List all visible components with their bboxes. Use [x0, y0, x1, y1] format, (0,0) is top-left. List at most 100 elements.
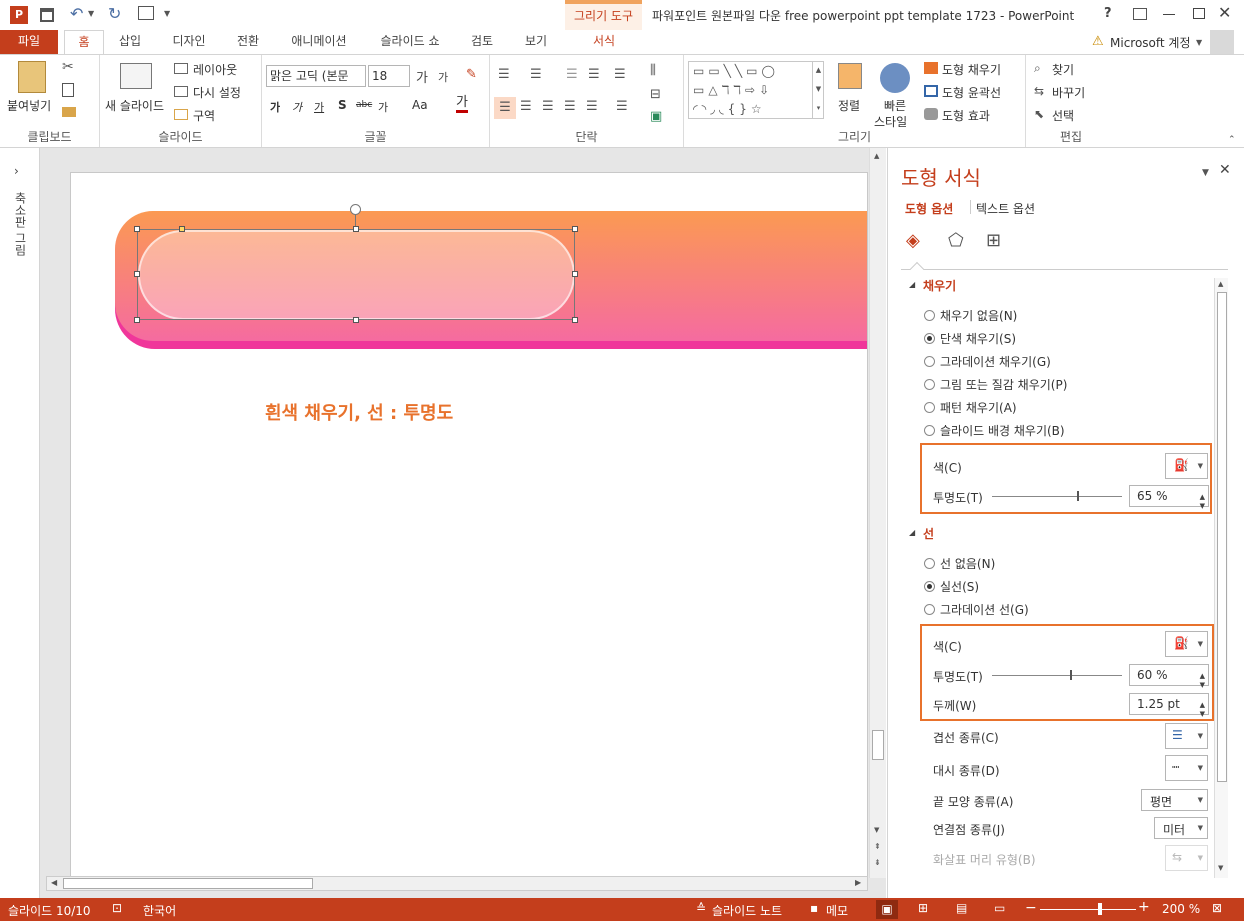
- fill-color-dropdown[interactable]: ⛽ ▼: [1165, 453, 1208, 479]
- line-width-spinner[interactable]: 1.25 pt ▲ ▼: [1129, 693, 1209, 718]
- normal-view-icon[interactable]: ▣: [876, 900, 898, 919]
- pane-close-icon[interactable]: ✕: [1219, 162, 1231, 178]
- tab-view[interactable]: 보기: [514, 30, 558, 54]
- resize-handle-e[interactable]: [572, 271, 578, 277]
- scroll-down-icon[interactable]: ▼: [874, 826, 879, 834]
- italic-icon[interactable]: 가: [292, 99, 302, 115]
- tab-insert[interactable]: 삽입: [110, 30, 150, 54]
- tab-design[interactable]: 디자인: [162, 30, 216, 54]
- h-scroll-thumb[interactable]: [63, 878, 313, 889]
- cut-icon[interactable]: ✂: [62, 59, 74, 75]
- align-text-icon[interactable]: ⊟: [650, 87, 661, 102]
- account-dropdown-icon[interactable]: ▼: [1196, 38, 1202, 47]
- section-button[interactable]: 구역: [193, 107, 215, 124]
- line-option-label[interactable]: 실선(S): [940, 578, 979, 595]
- line-spacing-icon[interactable]: ☰: [614, 67, 626, 82]
- replace-button[interactable]: 바꾸기: [1052, 84, 1085, 101]
- fill-option-label[interactable]: 단색 채우기(S): [940, 330, 1016, 347]
- fill-option-label[interactable]: 그림 또는 질감 채우기(P): [940, 376, 1067, 393]
- fill-transparency-thumb[interactable]: [1076, 491, 1079, 501]
- grow-font-icon[interactable]: 가: [416, 67, 428, 86]
- ribbon-display-options-icon[interactable]: [1133, 8, 1147, 20]
- increase-indent-icon[interactable]: ☰: [588, 67, 600, 82]
- redo-icon[interactable]: ↻: [108, 4, 121, 23]
- notes-icon[interactable]: ≙: [696, 901, 706, 915]
- resize-handle-nw[interactable]: [134, 226, 140, 232]
- resize-handle-sw[interactable]: [134, 317, 140, 323]
- minimize-button[interactable]: [1163, 14, 1175, 15]
- align-left-icon[interactable]: ☰: [494, 97, 516, 119]
- slide[interactable]: 흰색 채우기, 선 : 투명도: [70, 172, 868, 878]
- fill-option-radio[interactable]: [924, 379, 935, 390]
- save-icon[interactable]: [40, 8, 54, 22]
- fill-option-radio[interactable]: [924, 425, 935, 436]
- line-transparency-thumb[interactable]: [1070, 670, 1072, 680]
- comments-icon[interactable]: ▪: [810, 901, 818, 915]
- scroll-up-icon[interactable]: ▲: [874, 152, 879, 160]
- font-color-icon[interactable]: 가: [456, 96, 468, 113]
- tab-animations[interactable]: 애니메이션: [280, 30, 358, 54]
- align-center-icon[interactable]: ☰: [520, 99, 532, 114]
- font-size-combo[interactable]: 18: [368, 65, 410, 87]
- vertical-scrollbar[interactable]: ▲ ▼ ⇞ ⇟: [869, 148, 886, 878]
- help-button[interactable]: ?: [1104, 6, 1112, 21]
- shapes-gallery-scroll[interactable]: ▲ ▼ ▾: [812, 61, 824, 119]
- line-option-radio[interactable]: [924, 558, 935, 569]
- undo-dropdown-icon[interactable]: ▼: [88, 9, 94, 18]
- next-slide-icon[interactable]: ⇟: [874, 858, 881, 867]
- line-option-radio[interactable]: [924, 604, 935, 615]
- powerpoint-logo-icon[interactable]: P: [10, 6, 28, 24]
- format-painter-icon[interactable]: [62, 107, 76, 117]
- comments-button[interactable]: 메모: [826, 902, 848, 919]
- compound-type-dropdown[interactable]: ☰ ▼: [1165, 723, 1208, 749]
- size-properties-icon[interactable]: ⊞: [986, 230, 1001, 251]
- fill-option-label[interactable]: 채우기 없음(N): [940, 307, 1017, 324]
- fill-option-label[interactable]: 슬라이드 배경 채우기(B): [940, 422, 1065, 439]
- language-label[interactable]: 한국어: [143, 902, 176, 919]
- align-right-icon[interactable]: ☰: [542, 99, 554, 114]
- zoom-in-icon[interactable]: +: [1138, 899, 1150, 915]
- fill-collapse-icon[interactable]: ◢: [909, 280, 915, 289]
- quick-styles-line1[interactable]: 빠른: [884, 97, 906, 114]
- resize-handle-s[interactable]: [353, 317, 359, 323]
- shape-outline-icon[interactable]: [924, 85, 938, 97]
- shrink-font-icon[interactable]: 가: [438, 69, 448, 85]
- numbering-icon[interactable]: ☰: [530, 67, 542, 82]
- line-option-radio[interactable]: [924, 581, 935, 592]
- paste-icon[interactable]: [18, 61, 46, 93]
- fit-to-window-icon[interactable]: ⊠: [1212, 901, 1222, 915]
- reset-button[interactable]: 다시 설정: [193, 84, 241, 101]
- effects-icon[interactable]: ⬠: [948, 230, 964, 251]
- fill-option-radio[interactable]: [924, 402, 935, 413]
- scroll-right-icon[interactable]: ▶: [855, 878, 861, 887]
- prev-slide-icon[interactable]: ⇞: [874, 842, 881, 851]
- smartart-icon[interactable]: ▣: [650, 109, 662, 124]
- new-slide-icon[interactable]: [120, 63, 152, 89]
- pane-scroll-down-icon[interactable]: ▼: [1218, 864, 1223, 872]
- tab-text-options[interactable]: 텍스트 옵션: [976, 200, 1035, 217]
- pane-options-icon[interactable]: ▼: [1202, 168, 1209, 178]
- underline-icon[interactable]: 가: [314, 99, 324, 115]
- expand-thumbs-icon[interactable]: ›: [14, 164, 19, 178]
- thumbs-label[interactable]: 축소판 그림: [12, 192, 29, 256]
- shapes-gallery[interactable]: ▭▭╲╲▭◯ ▭△ℸℸ⇨⇩ ◜◝◞◟{}☆: [688, 61, 824, 119]
- fill-option-radio[interactable]: [924, 333, 935, 344]
- change-case-icon[interactable]: Aa: [412, 98, 428, 112]
- fill-option-label[interactable]: 그라데이션 채우기(G): [940, 353, 1051, 370]
- justify-icon[interactable]: ☰: [564, 99, 576, 114]
- line-color-dropdown[interactable]: ⛽ ▼: [1165, 631, 1208, 657]
- notes-button[interactable]: 슬라이드 노트: [712, 902, 782, 919]
- distributed-icon[interactable]: ☰: [586, 99, 598, 114]
- fill-option-radio[interactable]: [924, 310, 935, 321]
- dash-type-dropdown[interactable]: ┉ ▼: [1165, 755, 1208, 781]
- quick-styles-icon[interactable]: [880, 63, 910, 93]
- slide-sorter-icon[interactable]: ⊞: [918, 901, 928, 915]
- paste-button[interactable]: 붙여넣기: [7, 97, 51, 114]
- avatar[interactable]: [1210, 30, 1234, 54]
- zoom-level[interactable]: 200 %: [1162, 902, 1200, 916]
- bullets-icon[interactable]: ☰: [498, 67, 510, 82]
- slideshow-icon[interactable]: ▭: [994, 901, 1005, 915]
- horizontal-scrollbar[interactable]: ◀ ▶: [46, 876, 868, 891]
- scroll-left-icon[interactable]: ◀: [51, 878, 57, 887]
- fill-section-header[interactable]: 채우기: [923, 277, 956, 294]
